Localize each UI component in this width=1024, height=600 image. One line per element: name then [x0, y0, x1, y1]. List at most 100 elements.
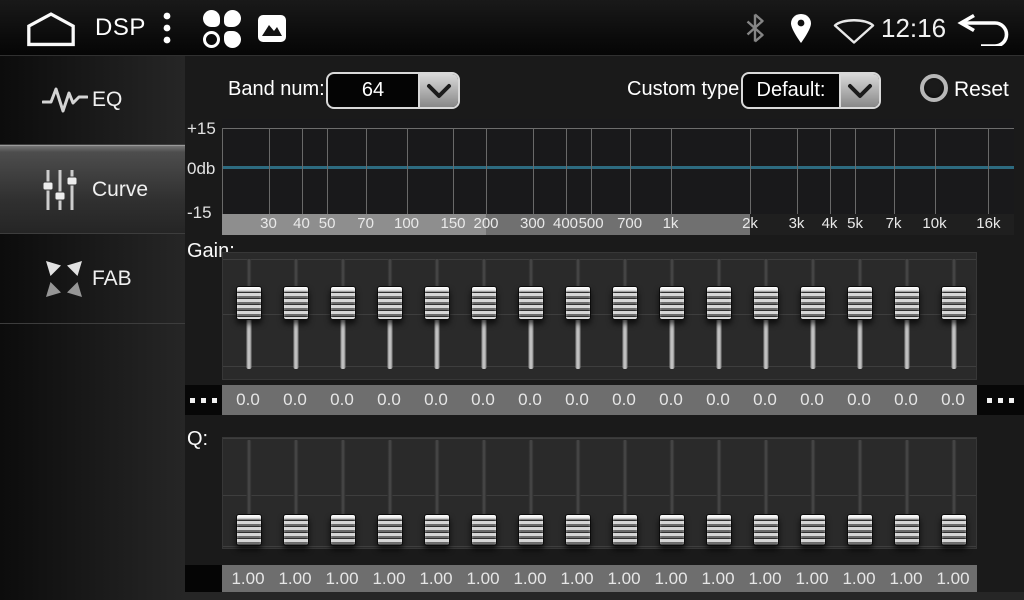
q-value-9: 1.00: [607, 569, 640, 589]
slider-track-upper: [670, 440, 675, 520]
custom-type-dropdown[interactable]: Default:: [741, 72, 881, 109]
gain-slider-2[interactable]: [283, 259, 309, 369]
gain-value-5: 0.0: [424, 390, 448, 410]
freq-tick-label: 30: [260, 215, 277, 232]
slider-handle[interactable]: [565, 514, 591, 546]
gain-slider-16[interactable]: [941, 259, 967, 369]
slider-handle[interactable]: [424, 514, 450, 546]
slider-handle[interactable]: [941, 514, 967, 546]
slider-handle[interactable]: [659, 286, 685, 320]
slider-handle[interactable]: [283, 514, 309, 546]
gain-slider-9[interactable]: [612, 259, 638, 369]
slider-handle[interactable]: [330, 514, 356, 546]
slider-handle[interactable]: [706, 286, 732, 320]
slider-handle[interactable]: [236, 514, 262, 546]
overflow-menu-icon[interactable]: [160, 11, 174, 45]
dsp-screen: DSP 12:16 EQ: [0, 0, 1024, 600]
gain-value-7: 0.0: [518, 390, 542, 410]
q-slider-2[interactable]: [283, 438, 309, 546]
slider-handle[interactable]: [847, 514, 873, 546]
slider-handle[interactable]: [518, 286, 544, 320]
slider-handle[interactable]: [612, 514, 638, 546]
gallery-icon[interactable]: [258, 15, 286, 42]
gain-slider-6[interactable]: [471, 259, 497, 369]
slider-handle[interactable]: [894, 286, 920, 320]
location-icon: [789, 13, 813, 44]
gain-slider-14[interactable]: [847, 259, 873, 369]
home-icon[interactable]: [24, 10, 78, 48]
gain-slider-11[interactable]: [706, 259, 732, 369]
grid-line-freq: [750, 128, 751, 214]
gain-value-14: 0.0: [847, 390, 871, 410]
slider-handle[interactable]: [236, 286, 262, 320]
slider-grid-line: [223, 546, 976, 547]
slider-handle[interactable]: [800, 286, 826, 320]
back-icon[interactable]: [953, 12, 1013, 46]
q-slider-10[interactable]: [659, 438, 685, 546]
grid-line-freq: [566, 128, 567, 214]
q-value-12: 1.00: [748, 569, 781, 589]
sidebar-item-curve[interactable]: Curve: [0, 145, 185, 234]
gain-slider-5[interactable]: [424, 259, 450, 369]
q-slider-9[interactable]: [612, 438, 638, 546]
sidebar-item-eq[interactable]: EQ: [0, 56, 185, 145]
gain-slider-13[interactable]: [800, 259, 826, 369]
gain-slider-3[interactable]: [330, 259, 356, 369]
gain-value-4: 0.0: [377, 390, 401, 410]
gain-slider-7[interactable]: [518, 259, 544, 369]
plot-left-edge: [222, 128, 223, 214]
freq-tick-label: 40: [293, 215, 310, 232]
slider-handle[interactable]: [565, 286, 591, 320]
slider-handle[interactable]: [424, 286, 450, 320]
q-slider-3[interactable]: [330, 438, 356, 546]
gain-more-left-button[interactable]: [185, 385, 222, 415]
slider-handle[interactable]: [941, 286, 967, 320]
gain-value-strip: 0.00.00.00.00.00.00.00.00.00.00.00.00.00…: [222, 385, 977, 415]
reset-radio[interactable]: [920, 74, 948, 102]
gain-more-right-button[interactable]: [977, 385, 1024, 415]
slider-handle[interactable]: [612, 286, 638, 320]
q-slider-13[interactable]: [800, 438, 826, 546]
grid-line-freq: [671, 128, 672, 214]
slider-handle[interactable]: [659, 514, 685, 546]
q-slider-15[interactable]: [894, 438, 920, 546]
slider-handle[interactable]: [283, 286, 309, 320]
slider-handle[interactable]: [894, 514, 920, 546]
slider-handle[interactable]: [706, 514, 732, 546]
q-slider-14[interactable]: [847, 438, 873, 546]
q-slider-16[interactable]: [941, 438, 967, 546]
slider-handle[interactable]: [753, 514, 779, 546]
q-slider-4[interactable]: [377, 438, 403, 546]
sidebar-item-fab[interactable]: FAB: [0, 235, 185, 324]
clover-petal: [203, 10, 220, 27]
gain-slider-12[interactable]: [753, 259, 779, 369]
band-num-dropdown[interactable]: 64: [326, 72, 460, 109]
q-slider-11[interactable]: [706, 438, 732, 546]
gain-slider-1[interactable]: [236, 259, 262, 369]
slider-handle[interactable]: [753, 286, 779, 320]
gain-slider-8[interactable]: [565, 259, 591, 369]
q-value-10: 1.00: [654, 569, 687, 589]
slider-handle[interactable]: [518, 514, 544, 546]
slider-handle[interactable]: [847, 286, 873, 320]
slider-handle[interactable]: [471, 514, 497, 546]
slider-handle[interactable]: [377, 514, 403, 546]
q-slider-6[interactable]: [471, 438, 497, 546]
freq-tick-label: 700: [617, 215, 642, 232]
freq-tick-label: 5k: [847, 215, 863, 232]
gain-slider-10[interactable]: [659, 259, 685, 369]
slider-handle[interactable]: [800, 514, 826, 546]
grid-line-freq: [988, 128, 989, 214]
q-slider-12[interactable]: [753, 438, 779, 546]
slider-handle[interactable]: [471, 286, 497, 320]
gain-slider-15[interactable]: [894, 259, 920, 369]
q-slider-7[interactable]: [518, 438, 544, 546]
slider-handle[interactable]: [377, 286, 403, 320]
gain-slider-4[interactable]: [377, 259, 403, 369]
q-slider-5[interactable]: [424, 438, 450, 546]
q-slider-8[interactable]: [565, 438, 591, 546]
apps-clover-icon[interactable]: [203, 10, 241, 48]
slider-track-upper: [388, 440, 393, 520]
slider-handle[interactable]: [330, 286, 356, 320]
q-slider-1[interactable]: [236, 438, 262, 546]
